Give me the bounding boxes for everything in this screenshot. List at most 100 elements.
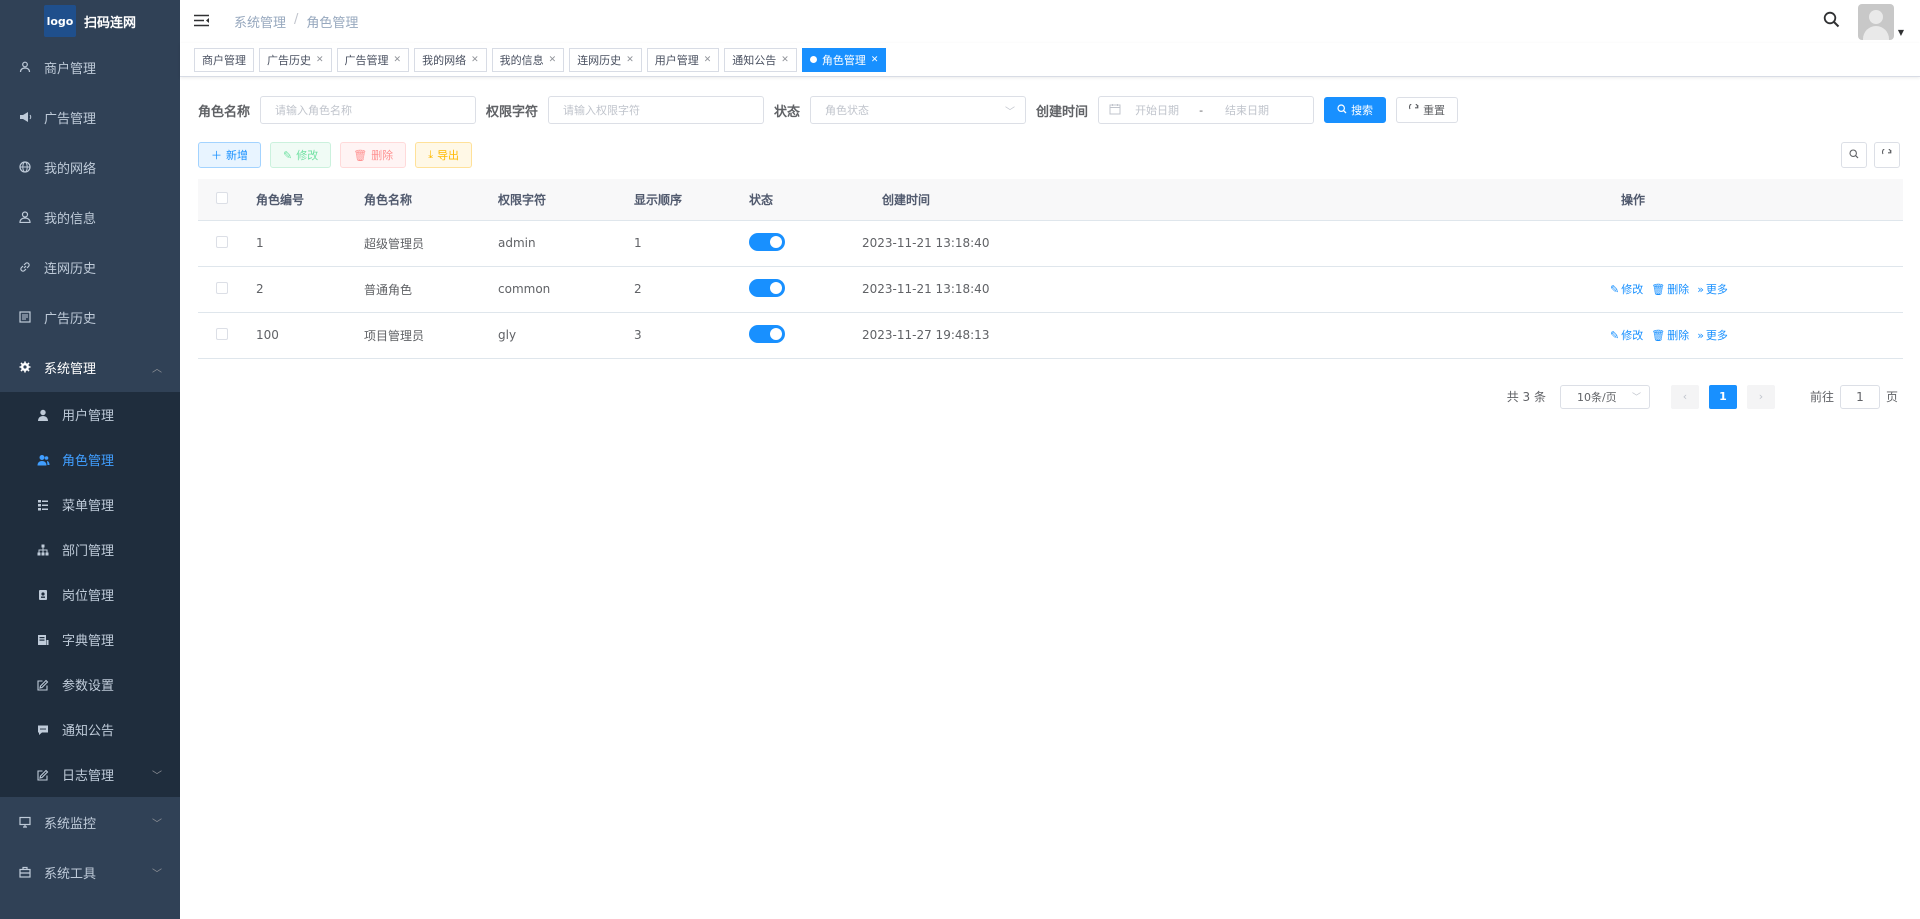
submenu-item-menu[interactable]: 菜单管理 bbox=[0, 482, 180, 527]
close-icon[interactable]: ✕ bbox=[549, 55, 557, 65]
op-label: 更多 bbox=[1705, 283, 1728, 296]
tag-user[interactable]: 用户管理 ✕ bbox=[646, 47, 720, 72]
search-button[interactable]: 搜索 bbox=[1324, 97, 1387, 123]
tag-role-active[interactable]: 角色管理 ✕ bbox=[801, 47, 887, 72]
submenu-item-dept[interactable]: 部门管理 bbox=[0, 527, 180, 572]
tag-net-history[interactable]: 连网历史 ✕ bbox=[569, 47, 642, 72]
row-edit-link[interactable]: ✎ 修改 bbox=[1610, 281, 1643, 297]
caret-down-icon[interactable]: ▼ bbox=[1898, 28, 1904, 37]
menu-item-ads[interactable]: 广告管理 bbox=[0, 92, 180, 142]
hamburger-icon[interactable] bbox=[194, 12, 212, 31]
row-more-link[interactable]: » 更多 bbox=[1697, 281, 1728, 297]
status-select[interactable]: 角色状态 ﹀ bbox=[810, 96, 1027, 124]
role-name-input[interactable]: 请输入角色名称 bbox=[260, 96, 477, 124]
close-icon[interactable]: ✕ bbox=[316, 55, 324, 65]
breadcrumb-item[interactable]: 系统管理 bbox=[234, 12, 286, 31]
menu-item-system[interactable]: 系统管理 ︿ bbox=[0, 342, 180, 392]
submenu-item-post[interactable]: 岗位管理 bbox=[0, 572, 180, 617]
avatar[interactable] bbox=[1857, 4, 1894, 40]
tag-label: 广告管理 bbox=[344, 53, 389, 67]
submenu-item-log[interactable]: 日志管理 ﹀ bbox=[0, 752, 180, 797]
page-number-current[interactable]: 1 bbox=[1708, 384, 1737, 409]
navbar: 系统管理 / 角色管理 ▼ bbox=[180, 0, 1920, 43]
cell-role-id: 1 bbox=[256, 220, 364, 267]
cell-sort: 2 bbox=[634, 266, 749, 313]
menu-item-ad-history[interactable]: 广告历史 bbox=[0, 292, 180, 342]
status-switch[interactable] bbox=[749, 232, 785, 251]
tag-merchant[interactable]: 商户管理 bbox=[194, 47, 254, 72]
submenu-item-role[interactable]: 角色管理 bbox=[0, 437, 180, 482]
close-icon[interactable]: ✕ bbox=[781, 55, 789, 65]
delete-button[interactable]: 🗑︎ 删除 bbox=[340, 142, 407, 168]
close-icon[interactable]: ✕ bbox=[394, 55, 402, 65]
refresh-icon bbox=[1409, 102, 1419, 117]
edit-icon: ✎ bbox=[1610, 328, 1620, 342]
menu-item-net-history[interactable]: 连网历史 bbox=[0, 242, 180, 292]
cell-role-key: common bbox=[498, 266, 634, 313]
menu-item-merchant[interactable]: 商户管理 bbox=[0, 42, 180, 92]
menu-item-tools[interactable]: 系统工具 ﹀ bbox=[0, 847, 180, 897]
goto-label: 前往 bbox=[1809, 390, 1834, 404]
refresh-button[interactable] bbox=[1874, 142, 1900, 168]
cell-role-id: 2 bbox=[256, 266, 364, 313]
row-actions: ✎ 修改 🗑︎ 删除 » 更多 bbox=[1062, 281, 1903, 297]
tag-label: 广告历史 bbox=[267, 53, 311, 67]
next-page-button[interactable]: › bbox=[1746, 384, 1775, 409]
tag-myinfo[interactable]: 我的信息 ✕ bbox=[491, 47, 565, 72]
submenu-item-notice[interactable]: 通知公告 bbox=[0, 707, 180, 752]
table-row: 100 项目管理员 gly 3 2023-11-27 19:48:13 ✎ 修改 … bbox=[198, 312, 1903, 359]
date-range-picker[interactable]: 开始日期 - 结束日期 bbox=[1098, 96, 1315, 124]
reset-button[interactable]: 重置 bbox=[1396, 97, 1459, 123]
toggle-search-button[interactable] bbox=[1841, 142, 1867, 168]
cell-role-name: 超级管理员 bbox=[364, 220, 498, 267]
tag-label: 角色管理 bbox=[821, 53, 866, 67]
page-size-select[interactable]: 10条/页 ﹀ bbox=[1559, 384, 1650, 409]
chevron-right-icon: › bbox=[1758, 390, 1764, 403]
menu-item-myinfo[interactable]: 我的信息 bbox=[0, 192, 180, 242]
menu-item-network[interactable]: 我的网络 bbox=[0, 142, 180, 192]
edit-button[interactable]: ✎ 修改 bbox=[270, 142, 332, 168]
role-key-input[interactable]: 请输入权限字符 bbox=[548, 96, 765, 124]
search-icon[interactable] bbox=[1823, 11, 1840, 33]
logo-area: logo 扫码连网 bbox=[0, 0, 180, 42]
close-icon[interactable]: ✕ bbox=[704, 55, 712, 65]
row-checkbox[interactable] bbox=[216, 235, 228, 248]
list-icon bbox=[18, 311, 32, 323]
range-separator: - bbox=[1199, 103, 1204, 117]
placeholder: 请输入角色名称 bbox=[275, 104, 353, 117]
trash-icon: 🗑︎ bbox=[1651, 282, 1666, 296]
chevron-down-icon: ﹀ bbox=[152, 868, 162, 880]
tree-table-icon bbox=[36, 499, 50, 511]
col-role-id: 角色编号 bbox=[256, 179, 364, 221]
tag-network[interactable]: 我的网络 ✕ bbox=[414, 47, 487, 72]
menu-item-monitor[interactable]: 系统监控 ﹀ bbox=[0, 797, 180, 847]
row-checkbox[interactable] bbox=[216, 327, 228, 340]
op-label: 删除 bbox=[1667, 283, 1690, 296]
tag-ad-history[interactable]: 广告历史 ✕ bbox=[259, 47, 332, 72]
goto-page-input[interactable]: 1 bbox=[1839, 384, 1880, 409]
select-all-checkbox[interactable] bbox=[216, 191, 228, 204]
tag-label: 连网历史 bbox=[577, 53, 622, 67]
close-icon[interactable]: ✕ bbox=[871, 55, 879, 65]
status-switch[interactable] bbox=[749, 324, 785, 343]
row-delete-link[interactable]: 🗑︎ 删除 bbox=[1651, 327, 1689, 343]
chevron-up-icon: ︿ bbox=[152, 363, 162, 375]
row-delete-link[interactable]: 🗑︎ 删除 bbox=[1651, 281, 1689, 297]
row-edit-link[interactable]: ✎ 修改 bbox=[1610, 327, 1643, 343]
breadcrumb: 系统管理 / 角色管理 bbox=[234, 12, 358, 31]
tag-notice[interactable]: 通知公告 ✕ bbox=[724, 47, 797, 72]
row-checkbox[interactable] bbox=[216, 281, 228, 294]
row-more-link[interactable]: » 更多 bbox=[1697, 327, 1728, 343]
add-button[interactable]: ＋ 新增 bbox=[198, 142, 261, 168]
submenu-item-dict[interactable]: 字典管理 bbox=[0, 617, 180, 662]
close-icon[interactable]: ✕ bbox=[471, 55, 479, 65]
menu-label: 我的网络 bbox=[44, 161, 97, 177]
created-time-label: 创建时间 bbox=[1036, 104, 1089, 120]
status-switch[interactable] bbox=[749, 278, 785, 297]
export-button[interactable]: ⤓ 导出 bbox=[415, 142, 473, 168]
close-icon[interactable]: ✕ bbox=[626, 55, 634, 65]
prev-page-button[interactable]: ‹ bbox=[1670, 384, 1699, 409]
submenu-item-config[interactable]: 参数设置 bbox=[0, 662, 180, 707]
submenu-item-user[interactable]: 用户管理 bbox=[0, 392, 180, 437]
tag-ads[interactable]: 广告管理 ✕ bbox=[336, 47, 410, 72]
